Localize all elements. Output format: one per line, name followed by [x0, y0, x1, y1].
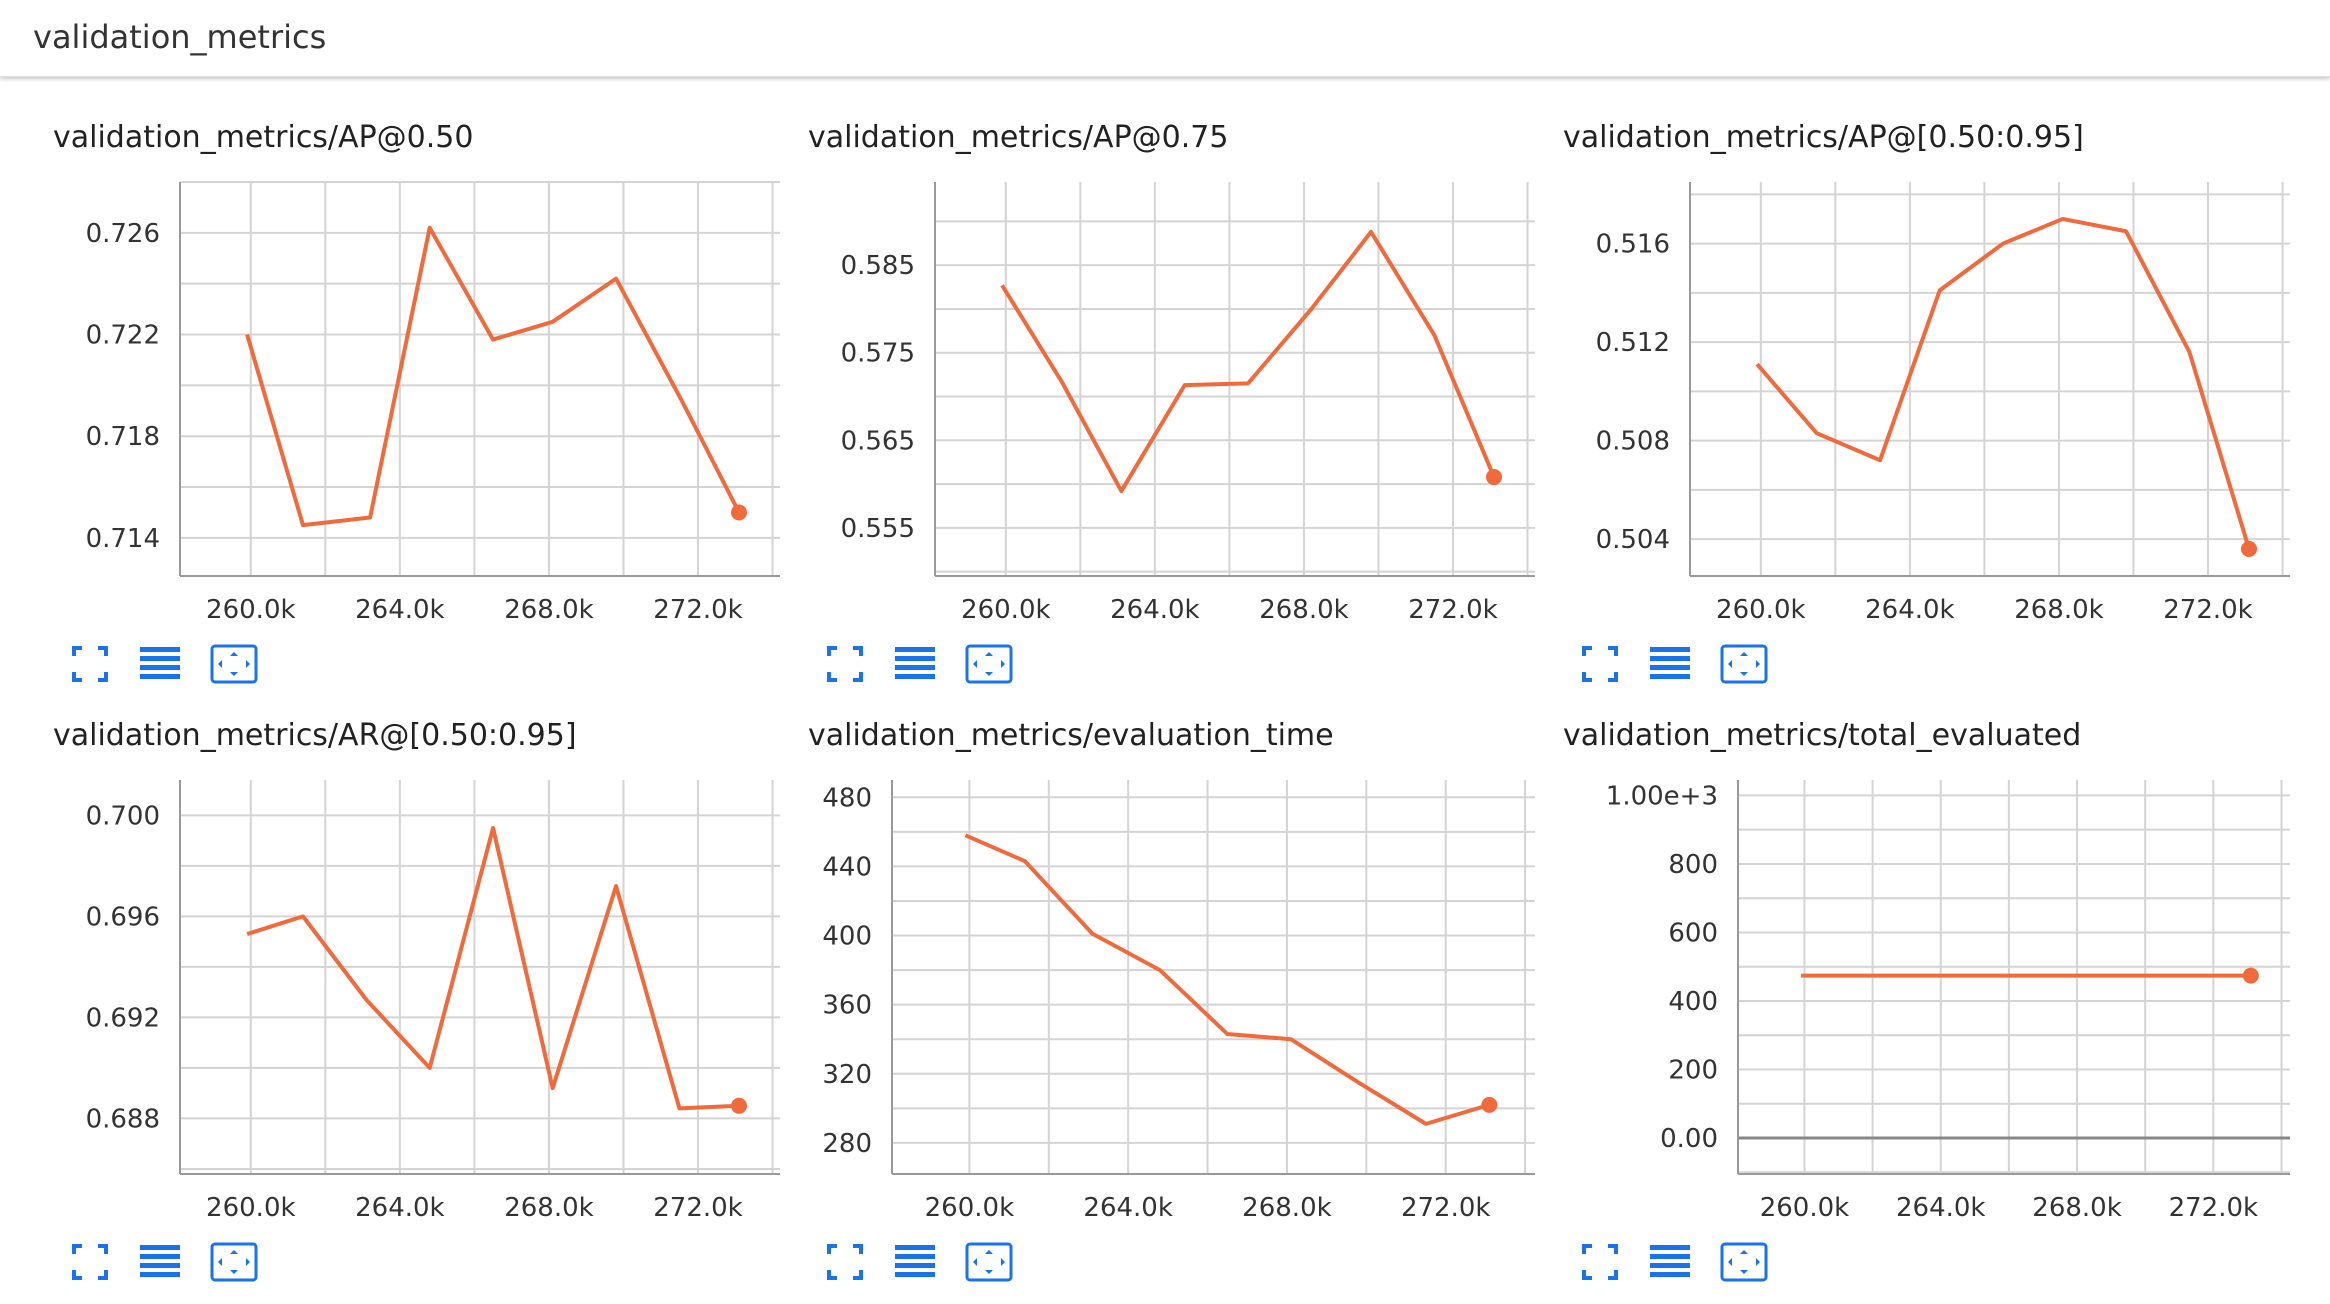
chart-card: validation_metrics/AP@0.50 0.714 0.718 0.72… — [40, 0, 780, 684]
chart-title: validation_metrics/AP@0.50 — [53, 120, 474, 155]
y-tick-label: 0.555 — [841, 514, 915, 544]
expand-button[interactable] — [210, 1240, 258, 1284]
data-table-icon — [895, 1245, 935, 1277]
chart-title: validation_metrics/AR@[0.50:0.95] — [53, 718, 577, 753]
y-tick-label: 0.700 — [86, 801, 160, 831]
x-tick-label: 268.0k — [504, 1193, 594, 1223]
y-tick-label: 200 — [1668, 1056, 1718, 1086]
data-table-button[interactable] — [895, 1240, 943, 1284]
y-tick-label: 0.692 — [86, 1003, 160, 1033]
page: validation_metrics validation_metrics/AP… — [0, 0, 2330, 1304]
y-tick-label: 0.565 — [841, 426, 915, 456]
y-tick-label: 0.722 — [86, 321, 160, 351]
x-tick-label: 268.0k — [2032, 1193, 2122, 1223]
x-tick-label: 260.0k — [206, 1193, 296, 1223]
fit-domain-icon — [827, 1244, 863, 1280]
chart-toolbar — [825, 1240, 1045, 1284]
chart-title: validation_metrics/total_evaluated — [1563, 718, 2082, 753]
chart-card: validation_metrics/AR@[0.50:0.95] 0.688 0.… — [40, 598, 780, 1282]
y-tick-label: 0.516 — [1596, 230, 1670, 260]
x-tick-label: 272.0k — [2169, 1193, 2259, 1223]
last-point-marker — [2242, 967, 2259, 984]
y-tick-label: 400 — [1668, 987, 1718, 1017]
x-tick-label: 264.0k — [1083, 1193, 1173, 1223]
fit-domain-icon — [72, 1244, 108, 1280]
y-tick-label: 0.696 — [86, 902, 160, 932]
chart-title: validation_metrics/AP@[0.50:0.95] — [1563, 120, 2084, 155]
data-table-icon — [140, 1245, 180, 1277]
chart-title: validation_metrics/evaluation_time — [808, 718, 1334, 753]
x-tick-label: 272.0k — [1401, 1193, 1491, 1223]
series-line — [1000, 229, 1496, 494]
fit-domain-button[interactable] — [70, 1240, 118, 1284]
chart-card: validation_metrics/evaluation_time 280 320… — [795, 598, 1535, 1282]
x-tick-label: 264.0k — [1896, 1193, 1986, 1223]
y-tick-label: 0.512 — [1596, 328, 1670, 358]
x-tick-label: 268.0k — [1242, 1193, 1332, 1223]
y-tick-label: 360 — [822, 991, 872, 1021]
y-tick-label: 600 — [1668, 918, 1718, 948]
y-tick-label: 0.508 — [1596, 427, 1670, 457]
y-tick-label: 480 — [822, 783, 872, 813]
last-point-marker — [2241, 540, 2258, 557]
chart-card: validation_metrics/AP@[0.50:0.95] 0.504 0.… — [1550, 0, 2290, 684]
y-tick-label: 0.726 — [86, 219, 160, 249]
data-table-icon — [1650, 1245, 1690, 1277]
y-tick-label: 800 — [1668, 850, 1718, 880]
x-tick-label: 260.0k — [925, 1193, 1015, 1223]
chart-card: validation_metrics/AP@0.75 0.555 0.565 0.57… — [795, 0, 1535, 684]
y-tick-label: 0.585 — [841, 251, 915, 281]
series-line — [245, 225, 741, 528]
y-tick-label: 0.575 — [841, 339, 915, 369]
expand-icon — [210, 1242, 258, 1282]
chart-toolbar — [70, 1240, 290, 1284]
y-tick-label: 0.00 — [1660, 1124, 1718, 1154]
last-point-marker — [1481, 1096, 1498, 1113]
chart-toolbar — [1580, 1240, 1800, 1284]
last-point-marker — [1486, 469, 1503, 486]
x-tick-label: 264.0k — [355, 1193, 445, 1223]
expand-icon — [1720, 1242, 1768, 1282]
y-tick-label: 280 — [822, 1129, 872, 1159]
y-tick-label: 320 — [822, 1060, 872, 1090]
x-tick-label: 272.0k — [653, 1193, 743, 1223]
fit-domain-button[interactable] — [1580, 1240, 1628, 1284]
y-tick-label: 400 — [822, 922, 872, 952]
series-line — [964, 833, 1490, 1126]
expand-button[interactable] — [1720, 1240, 1768, 1284]
data-table-button[interactable] — [1650, 1240, 1698, 1284]
y-tick-label: 440 — [822, 852, 872, 882]
y-tick-label: 0.688 — [86, 1104, 160, 1134]
fit-domain-button[interactable] — [825, 1240, 873, 1284]
expand-button[interactable] — [965, 1240, 1013, 1284]
chart-title: validation_metrics/AP@0.75 — [808, 120, 1229, 155]
y-tick-label: 0.504 — [1596, 525, 1670, 555]
y-tick-label: 1.00e+3 — [1606, 781, 1718, 811]
chart-card: validation_metrics/total_evaluated 0.00 20… — [1550, 598, 2290, 1282]
series-line — [246, 825, 740, 1111]
x-tick-label: 260.0k — [1760, 1193, 1850, 1223]
series-line — [1755, 216, 2251, 550]
y-tick-label: 0.714 — [86, 524, 160, 554]
data-table-button[interactable] — [140, 1240, 188, 1284]
expand-icon — [965, 1242, 1013, 1282]
fit-domain-icon — [1582, 1244, 1618, 1280]
last-point-marker — [731, 504, 748, 521]
y-tick-label: 0.718 — [86, 422, 160, 452]
last-point-marker — [731, 1097, 748, 1114]
